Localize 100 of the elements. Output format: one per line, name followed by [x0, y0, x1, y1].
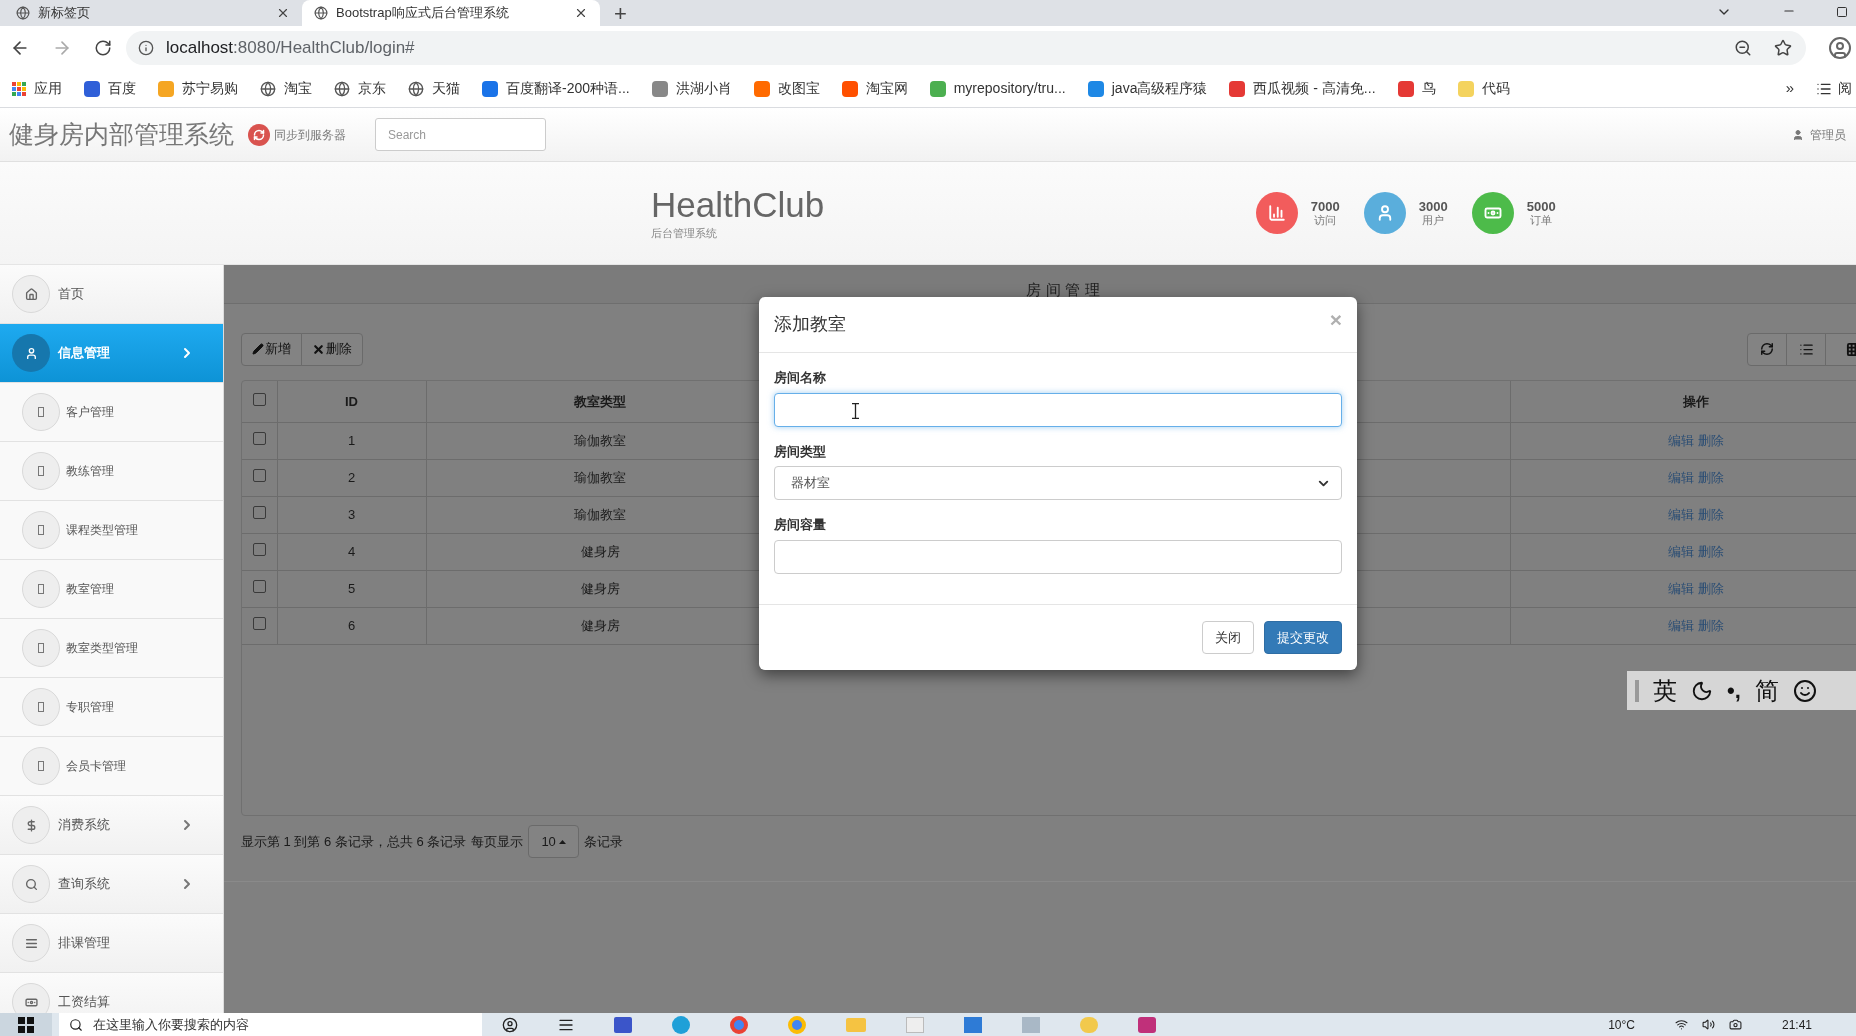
- text-field[interactable]: [774, 392, 1342, 427]
- bookmark[interactable]: 百度翻译-200种语...: [482, 78, 630, 99]
- grid-icon: [1845, 341, 1856, 357]
- add-button[interactable]: 新增: [241, 332, 302, 366]
- user-menu[interactable]: 管理员: [1792, 125, 1846, 144]
- refresh-button[interactable]: [1747, 332, 1787, 366]
- checkbox[interactable]: [252, 392, 266, 406]
- room-type-cell: 瑜伽教室: [574, 469, 626, 485]
- search-icon: [24, 877, 38, 891]
- field-label: 房间容量: [774, 516, 827, 534]
- checkbox[interactable]: [252, 431, 266, 445]
- sidebar-subitem[interactable]: 会员卡管理: [0, 737, 223, 796]
- sidebar-subitem[interactable]: 教室管理: [0, 560, 223, 619]
- search-field[interactable]: Search: [375, 118, 546, 151]
- reading-list-label[interactable]: 阅: [1838, 78, 1852, 99]
- sidebar-item[interactable]: 工资结算: [0, 973, 223, 1013]
- search-icon: [69, 1017, 83, 1032]
- sidebar-subitem[interactable]: 教室类型管理: [0, 619, 223, 678]
- bookmark[interactable]: 天猫: [408, 78, 460, 99]
- bookmark[interactable]: 淘宝网: [841, 78, 908, 99]
- bookmark[interactable]: java高级程序猿: [1087, 78, 1208, 99]
- room-type-cell: 健身房: [580, 617, 620, 633]
- site-logo-icon: [84, 80, 100, 97]
- sidebar-item[interactable]: 消费系统: [0, 796, 223, 855]
- star-icon[interactable]: [1774, 39, 1792, 57]
- maximize-icon[interactable]: [1836, 6, 1848, 18]
- profile-avatar-icon[interactable]: [1828, 36, 1852, 60]
- bookmark[interactable]: 京东: [334, 78, 386, 99]
- windows-logo-icon[interactable]: [18, 1016, 34, 1033]
- toggle-view-button[interactable]: [1786, 332, 1826, 366]
- bookmark[interactable]: 应用: [12, 78, 62, 99]
- bookmark[interactable]: 百度: [84, 78, 136, 99]
- clock-text[interactable]: 21:41: [1781, 1015, 1812, 1034]
- placeholder-glyph-icon: [38, 407, 44, 417]
- taskbar-search-field[interactable]: 在这里输入你要搜索的内容: [59, 1013, 482, 1036]
- bookmark[interactable]: 洪湖小肖: [651, 78, 732, 99]
- room-type-cell: 健身房: [580, 580, 620, 596]
- close-icon[interactable]: [276, 6, 290, 20]
- ime-punctuation-button[interactable]: •,: [1727, 679, 1741, 702]
- sidebar-subitem[interactable]: 客户管理: [0, 383, 223, 442]
- info-icon[interactable]: [138, 40, 154, 56]
- sync-button[interactable]: 同步到服务器: [248, 123, 346, 146]
- checkbox[interactable]: [252, 468, 266, 482]
- sidebar-subitem[interactable]: 专职管理: [0, 678, 223, 737]
- browser-tab[interactable]: Bootstrap响应式后台管理系统: [302, 0, 600, 26]
- camera-icon[interactable]: [1728, 1018, 1742, 1031]
- checkbox[interactable]: [252, 505, 266, 519]
- weather-text[interactable]: 10°C: [1608, 1015, 1635, 1034]
- page-size-dropdown[interactable]: 10: [528, 825, 579, 858]
- room-type-cell: 健身房: [580, 543, 620, 559]
- bookmark[interactable]: 苏宁易购: [158, 78, 238, 99]
- checkbox[interactable]: [252, 579, 266, 593]
- sidebar-item[interactable]: 查询系统: [0, 855, 223, 914]
- moon-icon[interactable]: [1691, 679, 1713, 702]
- new-tab-button[interactable]: +: [600, 0, 641, 26]
- room-type-select[interactable]: 器材室: [774, 466, 1342, 500]
- reload-icon[interactable]: [94, 39, 112, 57]
- zoom-icon[interactable]: [1734, 39, 1752, 57]
- stat-label: 用户: [1422, 214, 1445, 227]
- sidebar-subitem[interactable]: 教练管理: [0, 442, 223, 501]
- ime-mode-button[interactable]: 英: [1653, 678, 1677, 703]
- site-logo-icon: [1457, 80, 1474, 97]
- site-logo-icon: [651, 80, 668, 97]
- sidebar-subitem[interactable]: 课程类型管理: [0, 501, 223, 560]
- checkbox[interactable]: [252, 542, 266, 556]
- placeholder-glyph-icon: [38, 643, 44, 653]
- globe-icon: [260, 80, 276, 97]
- delete-button[interactable]: 删除: [301, 332, 363, 366]
- bookmark[interactable]: 西瓜视频 - 高清免...: [1229, 78, 1376, 99]
- smiley-icon[interactable]: [1792, 678, 1817, 703]
- app-icon[interactable]: [964, 1016, 982, 1033]
- bookmark[interactable]: 改图宝: [753, 78, 820, 99]
- field-label: 房间名称: [774, 369, 827, 387]
- column-header: ID: [345, 393, 358, 409]
- address-bar[interactable]: localhost:8080/HealthClub/login#: [126, 31, 1806, 65]
- site-logo-icon: [1397, 80, 1414, 97]
- stat-value: 5000: [1526, 199, 1556, 214]
- records-suffix: 条记录: [583, 832, 623, 851]
- bookmark[interactable]: myrepository/tru...: [929, 78, 1066, 99]
- bookmark[interactable]: 淘宝: [260, 78, 312, 99]
- ime-script-button[interactable]: 简: [1754, 678, 1779, 703]
- app-title: 健身房内部管理系统: [9, 118, 234, 150]
- placeholder-glyph-icon: [38, 702, 44, 712]
- wifi-icon[interactable]: [1674, 1018, 1688, 1031]
- submit-button[interactable]: 提交更改: [1264, 621, 1342, 654]
- volume-icon[interactable]: [1701, 1018, 1715, 1031]
- sidebar-item[interactable]: 首页: [0, 265, 223, 324]
- bookmark[interactable]: 鸟: [1397, 78, 1436, 99]
- app-icon[interactable]: [1138, 1016, 1156, 1033]
- placeholder-glyph-icon: [38, 584, 44, 594]
- close-icon[interactable]: [574, 6, 588, 20]
- globe-icon: [408, 80, 424, 97]
- sidebar-item[interactable]: 排课管理: [0, 914, 223, 973]
- text-field[interactable]: [774, 539, 1342, 574]
- bookmark[interactable]: 代码: [1457, 78, 1510, 99]
- close-dialog-button[interactable]: 关闭: [1202, 621, 1254, 654]
- app-icon[interactable]: [614, 1016, 632, 1033]
- cross-icon: [312, 342, 325, 356]
- checkbox[interactable]: [252, 616, 266, 630]
- more-bookmarks-button[interactable]: »: [1785, 77, 1794, 100]
